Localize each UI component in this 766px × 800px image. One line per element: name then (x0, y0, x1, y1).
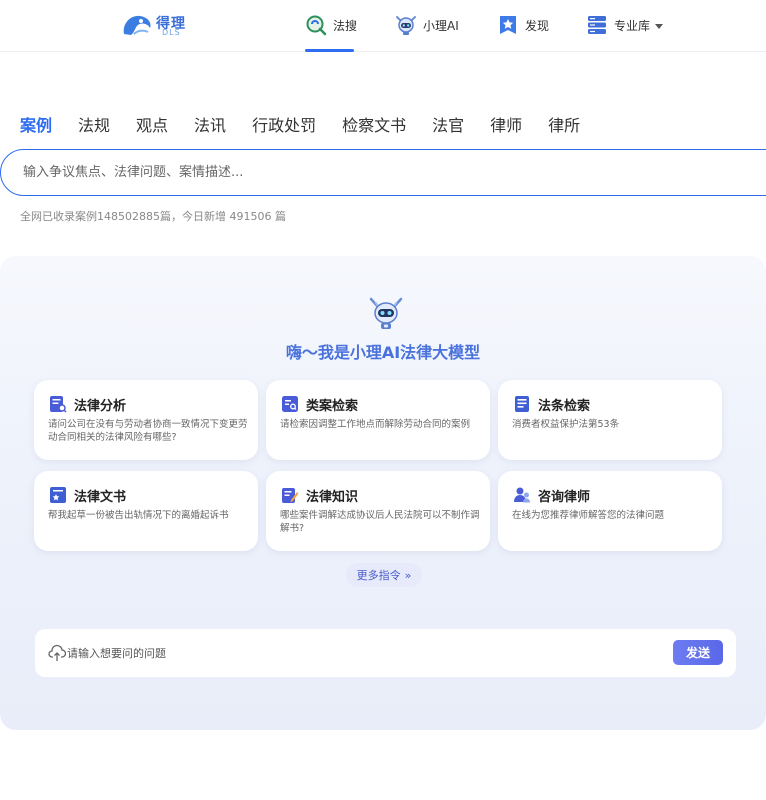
card-legal-knowledge[interactable]: 法律知识 哪些案件调解达成协议后人民法院可以不制作调解书? (266, 471, 490, 551)
statute-search-icon (515, 396, 529, 412)
logo-mark-icon (123, 15, 151, 35)
card-title: 法律文书 (74, 490, 127, 505)
card-title: 类案检索 (306, 399, 359, 414)
nav-item-ai[interactable]: 小理AI (395, 10, 459, 40)
card-title: 法律知识 (306, 490, 359, 505)
nav-label-pro-library: 专业库 (614, 18, 651, 33)
card-title: 咨询律师 (538, 490, 591, 505)
tab-lawyers[interactable]: 律师 (490, 115, 522, 139)
legal-knowledge-icon (282, 488, 299, 503)
card-legal-document[interactable]: 法律文书 帮我起草一份被告出轨情况下的离婚起诉书 (34, 471, 258, 551)
card-title: 法条检索 (538, 399, 591, 414)
search-box (0, 149, 766, 196)
card-consult-lawyer[interactable]: 咨询律师 在线为您推荐律师解答您的法律问题 (498, 471, 722, 551)
category-tabs: 案例 法规 观点 法讯 行政处罚 检察文书 法官 律师 律所 (20, 115, 606, 139)
nav-label-discover: 发现 (525, 18, 550, 33)
tab-administrative-penalty[interactable]: 行政处罚 (252, 115, 316, 139)
card-law-analysis[interactable]: 法律分析 请问公司在没有与劳动者协商一致情况下变更劳动合同相关的法律风险有哪些? (34, 380, 258, 460)
brand-logo[interactable]: 得理 DLS (120, 11, 190, 41)
ai-mascot-icon (369, 297, 403, 329)
search-q-icon (306, 15, 327, 36)
nav-label-search: 法搜 (333, 18, 358, 33)
double-chevron-right-icon: » (404, 568, 412, 582)
brand-sub: DLS (162, 28, 181, 37)
nav-item-discover[interactable]: 发现 (497, 10, 549, 40)
tab-legal-news[interactable]: 法讯 (194, 115, 226, 139)
more-commands-label: 更多指令 (356, 569, 401, 582)
card-description: 请问公司在没有与劳动者协商一致情况下变更劳动合同相关的法律风险有哪些? (48, 419, 248, 443)
ai-assistant-panel: 嗨～我是小理AI法律大模型 法律分析 请问公司在没有与劳动者协商一致情况下变更劳… (0, 256, 766, 730)
chevron-down-icon (655, 23, 664, 29)
tab-opinions[interactable]: 观点 (136, 115, 168, 139)
nav-active-indicator (305, 49, 354, 52)
card-description: 在线为您推荐律师解答您的法律问题 (512, 510, 665, 521)
collection-stats: 全网已收录案例148502885篇，今日新增 491506 篇 (20, 210, 286, 223)
card-description: 帮我起草一份被告出轨情况下的离婚起诉书 (48, 510, 229, 521)
star-bookmark-icon (500, 16, 516, 34)
upload-icon[interactable] (48, 644, 66, 662)
consult-lawyer-icon (514, 487, 530, 503)
send-button[interactable]: 发送 (673, 640, 723, 665)
case-search-icon (282, 396, 298, 412)
card-description: 哪些案件调解达成协议后人民法院可以不制作调解书? (280, 510, 480, 534)
nav-item-pro-library[interactable]: 专业库 (586, 10, 664, 40)
database-icon (588, 16, 606, 34)
tab-cases[interactable]: 案例 (20, 115, 52, 139)
ask-box: 发送 (35, 629, 736, 677)
card-case-search[interactable]: 类案检索 请检索因调整工作地点而解除劳动合同的案例 (266, 380, 490, 460)
tab-regulations[interactable]: 法规 (78, 115, 110, 139)
card-title: 法律分析 (74, 399, 127, 414)
nav-label-ai: 小理AI (423, 18, 459, 33)
search-input[interactable] (23, 150, 723, 195)
legal-document-icon (50, 487, 66, 503)
card-statute-search[interactable]: 法条检索 消费者权益保护法第53条 (498, 380, 722, 460)
tab-judges[interactable]: 法官 (432, 115, 464, 139)
ai-title: 嗨～我是小理AI法律大模型 (285, 343, 481, 362)
card-description: 请检索因调整工作地点而解除劳动合同的案例 (280, 419, 471, 430)
nav-item-search[interactable]: 法搜 (305, 10, 357, 40)
tab-law-firms[interactable]: 律所 (548, 115, 580, 139)
tab-procuratorial-documents[interactable]: 检察文书 (342, 115, 406, 139)
robot-mascot-icon (396, 16, 416, 35)
law-analysis-icon (50, 396, 67, 413)
top-navbar: 得理 DLS 法搜 小理AI 发现 专业库 (0, 0, 766, 52)
more-commands-button[interactable]: 更多指令 » (346, 563, 422, 587)
card-description: 消费者权益保护法第53条 (512, 419, 620, 430)
ask-input[interactable] (67, 629, 667, 677)
